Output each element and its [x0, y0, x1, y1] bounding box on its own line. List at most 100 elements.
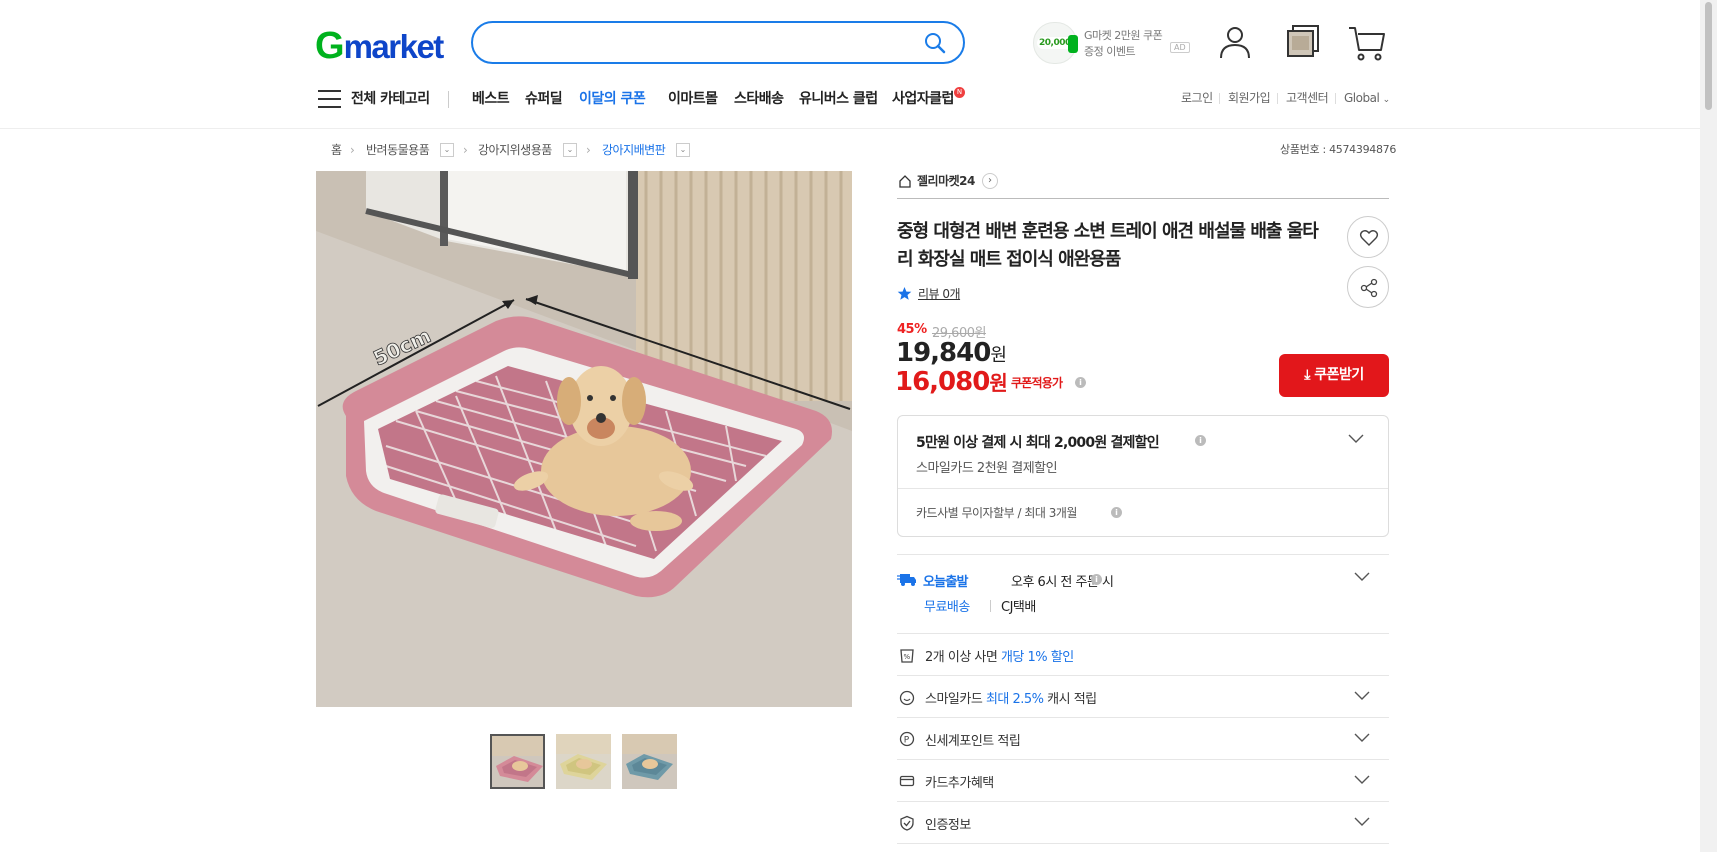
payment-divider [898, 488, 1388, 489]
card-benefits: 카드추가혜택 [925, 776, 994, 791]
ad-line2: 증정 이벤트 [1084, 45, 1136, 58]
scrollbar-track[interactable] [1700, 0, 1717, 852]
nav-best[interactable]: 베스트 [472, 86, 510, 112]
row-divider [897, 759, 1389, 760]
get-coupon-button[interactable]: ⤓ 쿠폰받기 [1279, 354, 1389, 397]
nav-star-delivery[interactable]: 스타배송 [734, 86, 784, 112]
chevron-down-icon[interactable] [1354, 733, 1370, 743]
smile-card-discount: 스마일카드 2천원 결제할인 [916, 461, 1058, 476]
chevron-down-icon[interactable] [1354, 572, 1370, 582]
global-link[interactable]: Global ⌄ [1344, 88, 1390, 110]
share-button[interactable] [1347, 266, 1389, 308]
review-link[interactable]: 리뷰 0개 [918, 285, 961, 302]
chevron-down-icon: ⌄ [1382, 95, 1391, 105]
util-divider [1277, 93, 1278, 104]
chevron-down-icon[interactable] [1354, 775, 1370, 785]
chevron-right-icon[interactable]: › [982, 173, 998, 189]
download-icon: ⤓ [1304, 367, 1310, 383]
multi-buy-discount: 2개 이상 사면 개당 1% 할인 [925, 650, 1074, 665]
recent-view-icon[interactable] [1284, 22, 1324, 62]
cart-icon[interactable] [1347, 22, 1387, 62]
row-divider [897, 554, 1389, 555]
payment-discount-box[interactable]: 5만원 이상 결제 시 최대 2,000원 결제할인 i 스마일카드 2천원 결… [897, 415, 1389, 537]
chevron-down-icon[interactable] [1348, 434, 1364, 444]
thumbnail-yellow[interactable] [556, 734, 611, 789]
product-number: 상품번호 : 4574394876 [1280, 143, 1397, 156]
info-icon[interactable]: i [1111, 507, 1122, 518]
breadcrumb-home[interactable]: 홈 [331, 140, 342, 160]
search-icon[interactable] [923, 31, 947, 55]
thumbnail-pink[interactable] [490, 734, 545, 789]
today-shipping-badge: 오늘출발 [923, 575, 968, 590]
main-product-image[interactable]: 50cm [316, 171, 852, 707]
free-shipping: 무료배송 [924, 600, 970, 615]
breadcrumb-dropdown[interactable]: ⌄ [563, 143, 577, 157]
login-link[interactable]: 로그인 [1181, 88, 1213, 108]
card-icon [899, 773, 915, 789]
discount-tag-icon: % [899, 648, 915, 664]
nav-monthly-coupon[interactable]: 이달의 쿠폰 [579, 86, 646, 112]
breadcrumb-dropdown[interactable]: ⌄ [440, 143, 454, 157]
row-divider [897, 675, 1389, 676]
info-icon[interactable]: i [1195, 435, 1206, 446]
chevron-right-icon: › [586, 143, 591, 157]
shipping-divider [990, 600, 991, 612]
installment-info: 카드사별 무이자할부 / 최대 3개월 [916, 506, 1077, 520]
breadcrumb-dropdown[interactable]: ⌄ [676, 143, 690, 157]
shop-name-link[interactable]: 젤리마켓24 [917, 172, 975, 189]
chevron-down-icon[interactable] [1354, 691, 1370, 701]
gmarket-logo[interactable]: Gmarket [315, 26, 444, 67]
nav-business-club[interactable]: 사업자클럽 [892, 86, 954, 112]
smile-cash-icon [899, 690, 915, 706]
util-divider [1219, 93, 1220, 104]
thumbnail-blue[interactable] [622, 734, 677, 789]
customer-center-link[interactable]: 고객센터 [1286, 88, 1329, 108]
truck-icon [897, 571, 917, 587]
row-divider [897, 717, 1389, 718]
shop-divider [897, 198, 1389, 199]
wishlist-button[interactable] [1347, 216, 1389, 258]
all-categories-button[interactable]: 전체 카테고리 [351, 86, 430, 112]
search-input[interactable] [491, 29, 911, 57]
coupon-price: 16,080원 [895, 367, 1008, 397]
scrollbar-thumb[interactable] [1705, 2, 1712, 110]
row-divider [897, 633, 1389, 634]
payment-discount-title: 5만원 이상 결제 시 최대 2,000원 결제할인 [916, 435, 1160, 451]
search-bar[interactable] [471, 21, 965, 64]
svg-text:%: % [904, 653, 911, 661]
coupon-price-label: 쿠폰적용가 [1011, 376, 1063, 390]
breadcrumb-dog-hygiene[interactable]: 강아지위생용품 [478, 140, 552, 160]
util-divider [1335, 93, 1336, 104]
row-divider [897, 843, 1389, 844]
coupon-coin-icon: 20,000 [1033, 22, 1078, 64]
nav-emart-mall[interactable]: 이마트몰 [668, 86, 718, 112]
chevron-right-icon: › [350, 143, 355, 157]
signup-link[interactable]: 회원가입 [1228, 88, 1271, 108]
nav-divider [448, 91, 449, 108]
row-divider [897, 801, 1389, 802]
new-badge: N [954, 87, 965, 98]
ad-badge: AD [1170, 42, 1190, 53]
nav-superdeal[interactable]: 슈퍼딜 [525, 86, 563, 112]
shinsegae-point: 신세계포인트 적립 [925, 734, 1021, 749]
carrier-name: CJ택배 [1001, 600, 1036, 615]
ad-banner[interactable]: 20,000 G마켓 2만원 쿠폰 증정 이벤트 [1033, 22, 1188, 64]
breadcrumb-pet-supplies[interactable]: 반려동물용품 [366, 140, 430, 160]
menu-icon[interactable] [318, 89, 341, 109]
nav-universe-club[interactable]: 유니버스 클럽 [799, 86, 878, 112]
info-icon[interactable]: i [1091, 574, 1102, 585]
heart-icon [1359, 230, 1379, 246]
info-icon[interactable]: i [1075, 377, 1086, 388]
chevron-down-icon[interactable] [1354, 817, 1370, 827]
shield-icon [899, 815, 915, 831]
product-title: 중형 대형견 배변 훈련용 소변 트레이 애견 배설물 배출 울타리 화장실 매… [897, 221, 1319, 270]
sale-price: 19,840원 [896, 338, 1007, 368]
star-icon [897, 286, 912, 301]
breadcrumb-dog-pad[interactable]: 강아지배변판 [602, 140, 666, 160]
chevron-right-icon: › [463, 143, 468, 157]
discount-rate: 45% [897, 322, 927, 337]
my-account-icon[interactable] [1215, 22, 1255, 62]
header-divider [0, 128, 1700, 129]
share-icon [1360, 278, 1378, 298]
svg-text:P: P [904, 736, 910, 746]
